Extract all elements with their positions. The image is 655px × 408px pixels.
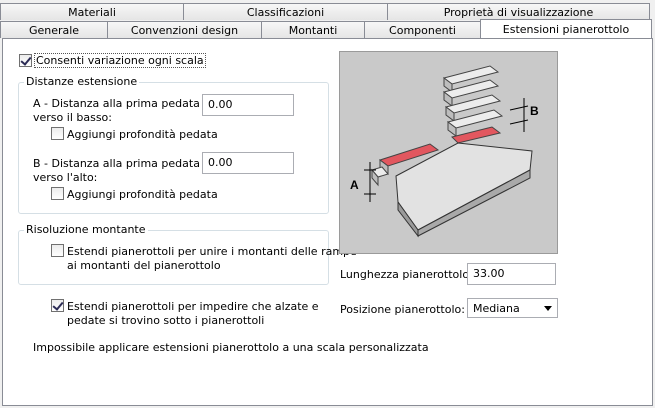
landing-position-label: Posizione pianerottolo: (340, 303, 465, 316)
extend-risers-checkbox[interactable] (51, 299, 64, 312)
tab-componenti[interactable]: Componenti (364, 21, 481, 38)
a-distance-label: A - Distanza alla prima pedata (33, 97, 200, 110)
extend-stringers-label: Estendi pianerottoli per unire i montant… (67, 245, 357, 258)
custom-stair-note: Impossibile applicare estensioni pianero… (33, 341, 429, 354)
illustration-label-b: B (530, 104, 539, 118)
allow-per-stair-checkbox[interactable] (19, 54, 32, 67)
b-add-tread-label: Aggiungi profondità pedata (67, 188, 218, 201)
extend-stringers-label-2: ai montanti del pianerottolo (67, 259, 221, 272)
tab-classificazioni[interactable]: Classificazioni (183, 3, 388, 20)
illustration-label-a: A (350, 178, 359, 192)
a-distance-label-2: verso il basso: (33, 111, 112, 124)
tab-proprieta-visualizzazione[interactable]: Proprietà di visualizzazione (387, 3, 650, 20)
distances-legend: Distanze estensione (24, 75, 140, 88)
landing-position-value: Mediana (473, 302, 520, 315)
allow-per-stair-label: Consenti variazione ogni scala (34, 53, 206, 68)
a-add-tread-label: Aggiungi profondità pedata (67, 128, 218, 141)
tab-estensioni-pianerottolo[interactable]: Estensioni pianerottolo (480, 19, 652, 38)
landing-illustration-svg: A B (350, 65, 539, 238)
tab-montanti[interactable]: Montanti (261, 21, 365, 38)
extend-risers-label: Estendi pianerottoli per impedire che al… (67, 300, 319, 313)
b-distance-label-2: verso l'alto: (33, 171, 98, 184)
b-add-tread-checkbox[interactable] (51, 187, 64, 200)
extend-risers-label-2: pedate si trovino sotto i pianerottoli (67, 314, 265, 327)
b-distance-input[interactable]: 0.00 (202, 152, 294, 174)
landing-position-select[interactable]: Mediana (467, 298, 558, 318)
chevron-down-icon (544, 306, 552, 311)
a-add-tread-checkbox[interactable] (51, 127, 64, 140)
landing-length-input[interactable]: 33.00 (467, 263, 556, 285)
a-distance-input[interactable]: 0.00 (202, 94, 294, 116)
landing-illustration: A B (339, 51, 558, 254)
tab-generale[interactable]: Generale (0, 21, 108, 38)
extend-stringers-checkbox[interactable] (51, 244, 64, 257)
b-distance-label: B - Distanza alla prima pedata (33, 157, 200, 170)
stringer-legend: Risoluzione montante (24, 223, 148, 236)
landing-length-label: Lunghezza pianerottolo: (340, 268, 473, 281)
tab-materiali[interactable]: Materiali (0, 3, 184, 20)
tab-convenzioni-design[interactable]: Convenzioni design (107, 21, 262, 38)
